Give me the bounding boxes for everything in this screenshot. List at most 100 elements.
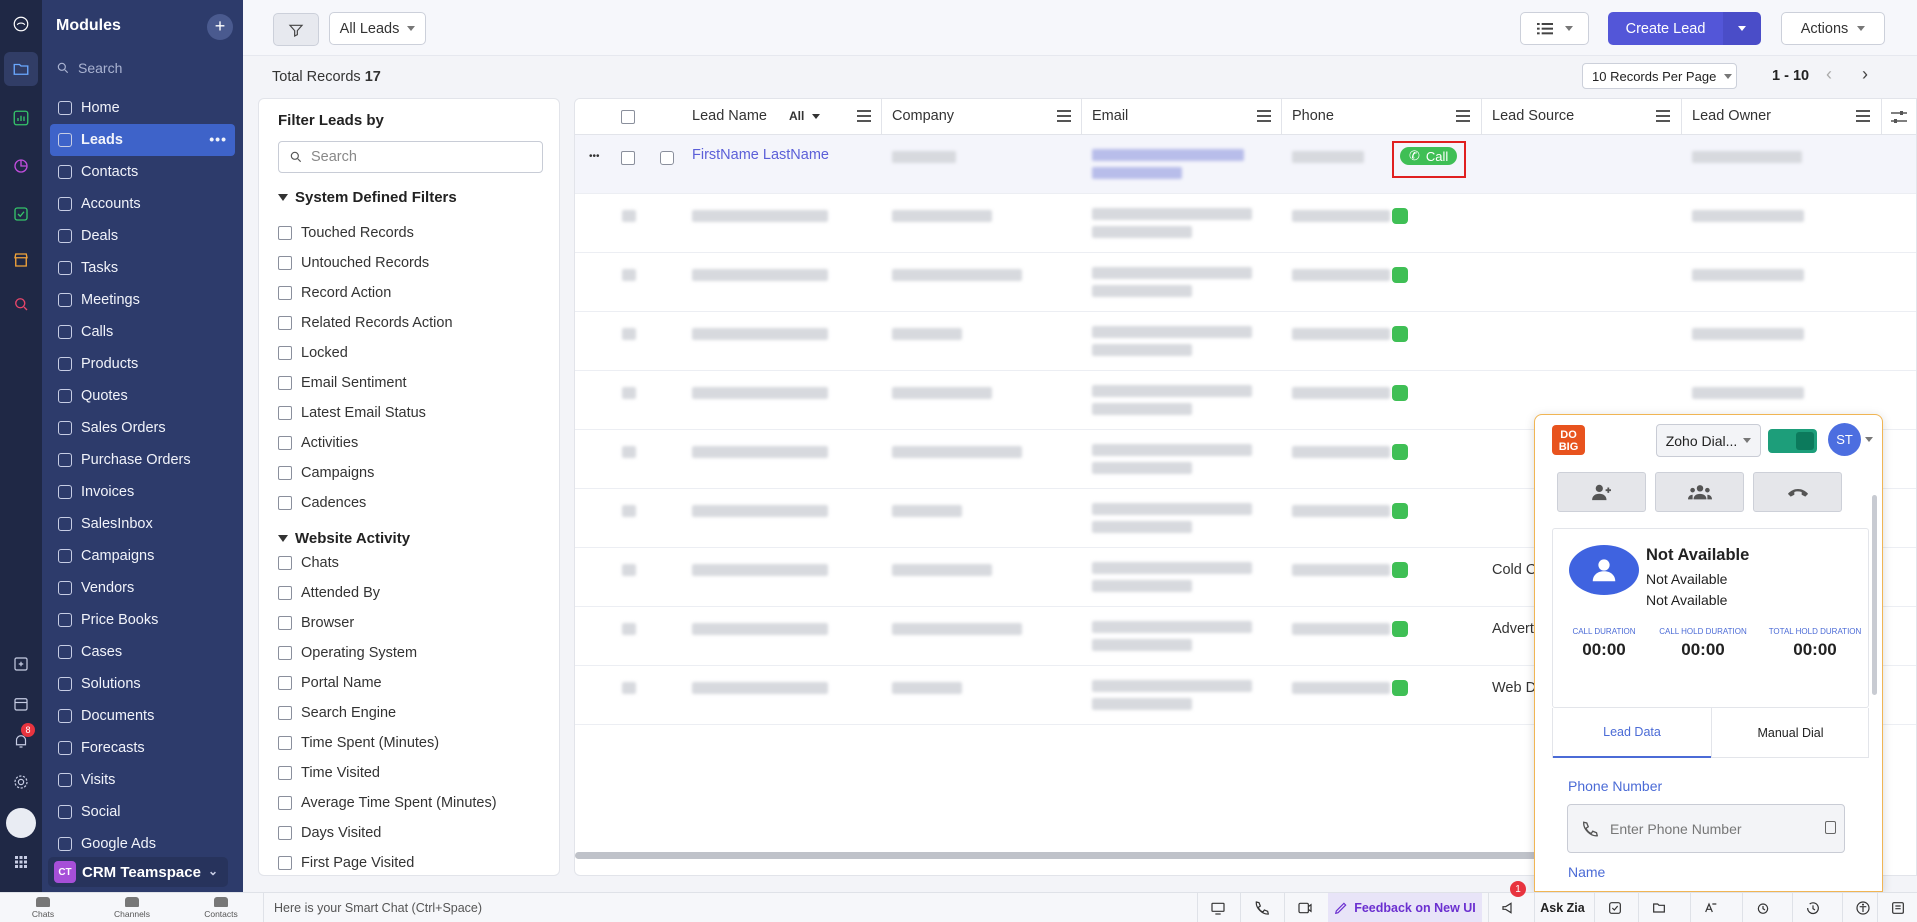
table-row[interactable] [575,312,1916,371]
filter-option[interactable]: Related Records Action [278,315,453,331]
website-activity-section[interactable]: Website Activity [278,530,410,547]
filter-checkbox[interactable] [278,796,292,810]
row-checkbox[interactable] [622,210,636,222]
module-item-purchase-orders[interactable]: Purchase Orders [50,444,235,476]
availability-toggle[interactable] [1768,429,1817,453]
filter-checkbox[interactable] [278,376,292,390]
filter-checkbox[interactable] [278,256,292,270]
apps-grid-icon[interactable] [9,850,33,874]
filter-checkbox[interactable] [278,586,292,600]
call-icon[interactable] [1392,562,1408,578]
lead-name-filter[interactable]: All [789,109,804,123]
user-avatar[interactable] [6,808,36,838]
module-item-deals[interactable]: Deals [50,220,235,252]
caret-down-icon[interactable] [1865,437,1873,442]
filter-option[interactable]: Cadences [278,495,366,511]
filter-checkbox[interactable] [278,226,292,240]
marketplace-store-icon[interactable] [9,248,33,272]
email-value[interactable] [1092,149,1244,161]
column-menu-icon[interactable] [1656,110,1670,122]
lead-name-value[interactable] [692,505,828,517]
alarm-clock-icon[interactable] [1742,893,1782,922]
module-item-vendors[interactable]: Vendors [50,572,235,604]
column-menu-icon[interactable] [1257,110,1271,122]
row-checkbox[interactable] [622,505,636,517]
column-header-lead-owner[interactable]: Lead Owner [1692,108,1771,124]
leads-more-icon[interactable]: ••• [209,131,227,147]
bottom-nav-chats[interactable]: Chats [18,897,68,919]
filter-checkbox[interactable] [278,286,292,300]
accessibility-icon[interactable] [1842,893,1882,922]
module-item-campaigns[interactable]: Campaigns [50,540,235,572]
filter-checkbox[interactable] [278,826,292,840]
filter-option[interactable]: Campaigns [278,465,374,481]
module-item-cases[interactable]: Cases [50,636,235,668]
filter-checkbox[interactable] [278,766,292,780]
module-item-calls[interactable]: Calls [50,316,235,348]
modules-search[interactable]: Search [56,58,236,78]
dialer-scrollbar[interactable] [1872,495,1877,695]
call-icon[interactable] [1392,385,1408,401]
filter-checkbox[interactable] [278,436,292,450]
filter-checkbox[interactable] [278,736,292,750]
column-menu-icon[interactable] [1856,110,1870,122]
filter-search-input[interactable]: Search [278,141,543,173]
filter-checkbox[interactable] [278,706,292,720]
row-checkbox[interactable] [622,387,636,399]
filter-option[interactable]: First Page Visited [278,855,414,871]
signals-icon[interactable] [1594,893,1634,922]
filter-option[interactable]: Untouched Records [278,255,429,271]
module-item-price-books[interactable]: Price Books [50,604,235,636]
call-icon[interactable] [1392,326,1408,342]
notes-icon[interactable] [1877,893,1917,922]
column-menu-icon[interactable] [857,110,871,122]
call-icon[interactable] [1392,267,1408,283]
filter-option[interactable]: Activities [278,435,358,451]
column-header-company[interactable]: Company [892,108,954,124]
tab-manual-dial[interactable]: Manual Dial [1711,708,1869,758]
row-checkbox[interactable] [622,269,636,281]
add-contact-button[interactable] [1557,472,1646,512]
row-more-icon[interactable]: ••• [589,151,600,162]
actions-button[interactable]: Actions [1781,12,1885,45]
lead-name-value[interactable] [692,269,828,281]
lead-name-value[interactable] [692,328,828,340]
select-all-checkbox[interactable] [621,110,635,124]
column-header-lead-source[interactable]: Lead Source [1492,108,1574,124]
module-item-products[interactable]: Products [50,348,235,380]
filter-checkbox[interactable] [278,556,292,570]
filter-checkbox[interactable] [278,646,292,660]
filter-option[interactable]: Days Visited [278,825,381,841]
filter-checkbox[interactable] [278,406,292,420]
filter-option[interactable]: Chats [278,555,339,571]
history-icon[interactable] [1792,893,1832,922]
attachments-icon[interactable] [1638,893,1678,922]
filter-option[interactable]: Touched Records [278,225,414,241]
filter-option[interactable]: Average Time Spent (Minutes) [278,795,497,811]
module-item-documents[interactable]: Documents [50,700,235,732]
search-records-icon[interactable] [9,292,33,316]
tab-lead-data[interactable]: Lead Data [1553,708,1711,758]
filter-option[interactable]: Record Action [278,285,391,301]
filter-option[interactable]: Browser [278,615,354,631]
lead-name-value[interactable] [692,564,828,576]
filter-option[interactable]: Time Visited [278,765,380,781]
view-selector[interactable]: All Leads [329,12,426,45]
lead-name-link[interactable]: FirstName LastName [692,147,829,163]
meeting-icon[interactable] [1284,893,1324,922]
filter-option[interactable]: Email Sentiment [278,375,407,391]
filter-option[interactable]: Locked [278,345,348,361]
column-menu-icon[interactable] [1456,110,1470,122]
settings-gear-icon[interactable] [9,770,33,794]
filter-option[interactable]: Attended By [278,585,380,601]
filter-option[interactable]: Time Spent (Minutes) [278,735,439,751]
module-item-home[interactable]: Home [50,92,235,124]
module-item-salesinbox[interactable]: SalesInbox [50,508,235,540]
column-header-phone[interactable]: Phone [1292,108,1334,124]
lead-name-value[interactable] [692,387,828,399]
email-value[interactable] [1092,167,1182,179]
reports-pie-icon[interactable] [9,154,33,178]
column-settings-icon[interactable] [1891,110,1907,124]
module-item-accounts[interactable]: Accounts [50,188,235,220]
smart-chat-input[interactable]: Here is your Smart Chat (Ctrl+Space) [263,893,963,922]
